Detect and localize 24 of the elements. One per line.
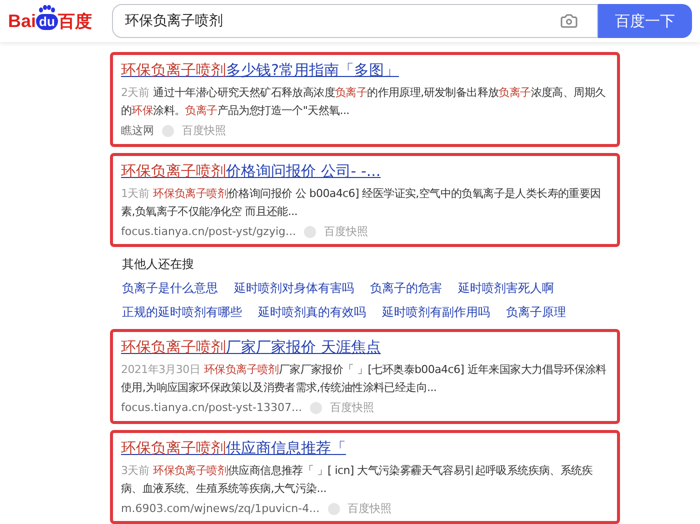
logo-text: Bai bbox=[8, 12, 36, 30]
search-button[interactable]: 百度一下 bbox=[598, 4, 692, 38]
result-source: focus.tianya.cn/post-yst-13307... bbox=[121, 400, 302, 416]
related-search-link[interactable]: 负离子是什么意思 bbox=[122, 279, 218, 297]
related-search-link[interactable]: 负离子原理 bbox=[506, 303, 566, 321]
logo-paw-text: du bbox=[36, 14, 58, 30]
result-source: m.6903.com/wjnews/zq/1puvicn-4... bbox=[121, 500, 320, 516]
search-field[interactable]: 环保负离子喷剂 bbox=[112, 4, 598, 38]
paw-icon bbox=[38, 5, 56, 13]
result-source: 瞧这网 bbox=[121, 123, 154, 139]
result-description: 2021年3月30日 环保负离子喷剂厂家厂家报价「 」[七环奥泰b00a4c6] 近年来国家大力倡导环保涂料使用,为响应国家环保政策以及消费者需求,传统油性涂料已经走向... bbox=[121, 362, 608, 396]
camera-icon[interactable] bbox=[560, 12, 578, 30]
result-description: 2天前 通过十年潜心研究天然矿石释放高浓度负离子的作用原理,研发制备出释放负离子浓度高、周期久的环保涂料。负离子产品为您打造一个"天然氧... bbox=[121, 85, 607, 119]
related-search-link[interactable]: 延时喷剂真的有效吗 bbox=[258, 303, 366, 321]
result-description: 3天前 环保负离子喷剂供应商信息推荐「 」[ icn] 大气污染雾霾天气容易引起呼吸系统疾病、系统疾病、血液系统、生殖系统等疾病,大气污染... bbox=[121, 462, 594, 496]
result-description: 1天前 环保负离子喷剂价格询问报价 公 b00a4c6] 经医学证实,空气中的负氧离子是人类长寿的重要因素,负氧离子不仅能净化空 而且还能... bbox=[121, 186, 602, 220]
related-search-link[interactable]: 延时喷剂害死人啊 bbox=[458, 279, 554, 297]
related-search-link[interactable]: 延时喷剂有副作用吗 bbox=[382, 303, 490, 321]
related-heading: 其他人还在搜 bbox=[122, 256, 195, 273]
related-search-link[interactable]: 延时喷剂对身体有害吗 bbox=[234, 279, 354, 297]
logo-text: 百度 bbox=[58, 13, 92, 30]
related-search-link[interactable]: 正规的延时喷剂有哪些 bbox=[122, 303, 242, 321]
related-search-link[interactable]: 负离子的危害 bbox=[370, 279, 442, 297]
result-source: focus.tianya.cn/post-yst/gzyig... bbox=[121, 224, 296, 240]
